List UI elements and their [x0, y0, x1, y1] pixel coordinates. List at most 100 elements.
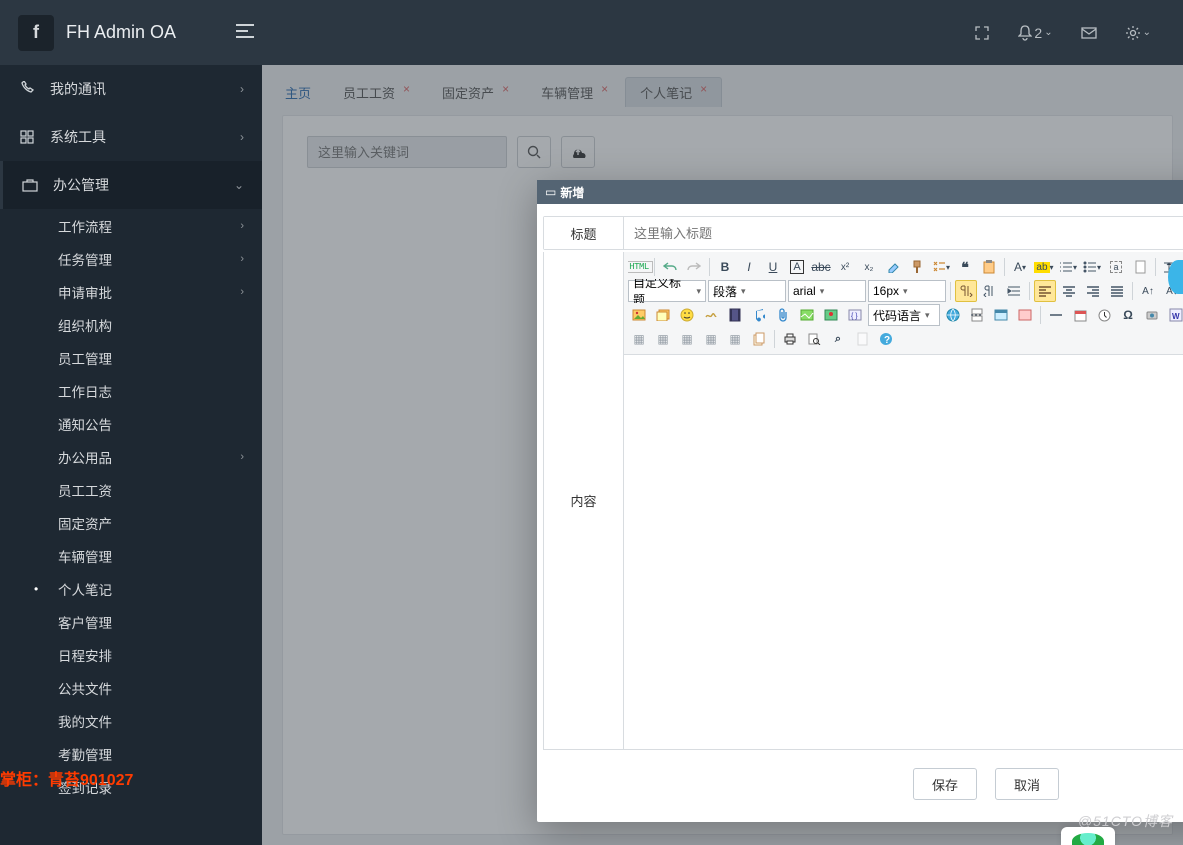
brand-title: FH Admin OA — [66, 22, 176, 43]
eraser-button[interactable] — [882, 256, 904, 278]
paragraph-select[interactable]: 段落▾ — [708, 280, 786, 302]
align-center-button[interactable] — [1058, 280, 1080, 302]
redo-button[interactable] — [683, 256, 705, 278]
undo-button[interactable] — [659, 256, 681, 278]
unorderedlist-button[interactable]: ▾ — [1081, 256, 1103, 278]
fontborder-button[interactable]: A — [786, 256, 808, 278]
snapscreen-button[interactable] — [1141, 304, 1163, 326]
codelang-select[interactable]: 代码语言▾ — [868, 304, 940, 326]
editor-body[interactable]: ▲ — [624, 355, 1183, 749]
background-button[interactable] — [1014, 304, 1036, 326]
sub-item-org[interactable]: 组织机构 — [0, 308, 262, 341]
sub-item-approval[interactable]: 申请审批› — [0, 275, 262, 308]
selectall-button[interactable]: a — [1105, 256, 1127, 278]
specialchar-button[interactable]: Ω — [1117, 304, 1139, 326]
hr-button[interactable] — [1045, 304, 1067, 326]
date-button[interactable] — [1069, 304, 1091, 326]
copy-button[interactable] — [748, 328, 770, 350]
sub-item-notes[interactable]: 个人笔记 — [0, 572, 262, 605]
cancel-button[interactable]: 取消 — [995, 768, 1059, 800]
wordimage-button[interactable]: W — [1165, 304, 1183, 326]
fontsize-select[interactable]: 16px▾ — [868, 280, 946, 302]
autoformat-button[interactable]: ▾ — [930, 256, 952, 278]
align-justify-button[interactable] — [1106, 280, 1128, 302]
settings-button[interactable]: ⌄ — [1125, 25, 1151, 41]
mergeright-button[interactable]: ▦ — [628, 328, 650, 350]
dir-rtl-button[interactable] — [979, 280, 1001, 302]
search-replace-button[interactable]: ⌕ — [827, 328, 849, 350]
sub-item-vehicle[interactable]: 车辆管理 — [0, 539, 262, 572]
sub-item-notice[interactable]: 通知公告 — [0, 407, 262, 440]
backcolor-button[interactable]: ab▾ — [1033, 256, 1055, 278]
align-right-button[interactable] — [1082, 280, 1104, 302]
font-select[interactable]: arial▾ — [788, 280, 866, 302]
insertcode-button[interactable]: { } — [844, 304, 866, 326]
map-button[interactable] — [796, 304, 818, 326]
webapp-button[interactable] — [942, 304, 964, 326]
blockquote-button[interactable]: ❝ — [954, 256, 976, 278]
emoji-button[interactable] — [676, 304, 698, 326]
briefcase-icon — [21, 176, 39, 194]
mail-button[interactable] — [1081, 27, 1097, 39]
template-button[interactable] — [990, 304, 1012, 326]
cleardoc-button[interactable] — [1129, 256, 1151, 278]
nav-item-tools[interactable]: 系统工具 › — [0, 113, 262, 161]
sub-item-task[interactable]: 任务管理› — [0, 242, 262, 275]
video-button[interactable] — [724, 304, 746, 326]
help-button[interactable]: ? — [875, 328, 897, 350]
source-html-button[interactable]: HTML — [628, 256, 650, 278]
print-button[interactable] — [779, 328, 801, 350]
sub-item-schedule[interactable]: 日程安排 — [0, 638, 262, 671]
dir-ltr-button[interactable] — [955, 280, 977, 302]
preview-button[interactable] — [803, 328, 825, 350]
strikethrough-button[interactable]: abc — [810, 256, 832, 278]
sub-item-workflow[interactable]: 工作流程› — [0, 209, 262, 242]
fontcolor-button[interactable]: A▾ — [1009, 256, 1031, 278]
multiimage-button[interactable] — [652, 304, 674, 326]
gmap-button[interactable] — [820, 304, 842, 326]
underline-button[interactable]: U — [762, 256, 784, 278]
drafts-button[interactable] — [851, 328, 873, 350]
sub-item-salary[interactable]: 员工工资 — [0, 473, 262, 506]
side-bubble[interactable] — [1168, 260, 1183, 294]
orderedlist-button[interactable]: ▾ — [1057, 256, 1079, 278]
indent-button[interactable] — [1003, 280, 1025, 302]
sub-item-myfiles[interactable]: 我的文件 — [0, 704, 262, 737]
sub-item-publicfiles[interactable]: 公共文件 — [0, 671, 262, 704]
sub-label: 考勤管理 — [58, 744, 112, 764]
heading-select[interactable]: 自定义标题▾ — [628, 280, 706, 302]
pasteplain-button[interactable] — [978, 256, 1000, 278]
charts-button[interactable]: ▦ — [724, 328, 746, 350]
superscript-button[interactable]: x² — [834, 256, 856, 278]
splitrows-button[interactable]: ▦ — [676, 328, 698, 350]
title-input[interactable] — [624, 217, 1183, 249]
scrawl-button[interactable] — [700, 304, 722, 326]
touppercase-button[interactable]: A↑ — [1137, 280, 1159, 302]
notifications-button[interactable]: 2 ⌄ — [1018, 25, 1052, 41]
nav-item-office[interactable]: 办公管理 ⌄ — [0, 161, 262, 209]
sub-item-staff[interactable]: 员工管理 — [0, 341, 262, 374]
bold-button[interactable]: B — [714, 256, 736, 278]
attachment-button[interactable] — [772, 304, 794, 326]
image-button[interactable] — [628, 304, 650, 326]
save-button[interactable]: 保存 — [913, 768, 977, 800]
fullscreen-button[interactable] — [974, 25, 990, 41]
splitcols-button[interactable]: ▦ — [700, 328, 722, 350]
music-button[interactable] — [748, 304, 770, 326]
formatbrush-button[interactable] — [906, 256, 928, 278]
modal-header[interactable]: ▭ 新增 × — [537, 180, 1183, 204]
pagebreak-button[interactable] — [966, 304, 988, 326]
sub-item-worklog[interactable]: 工作日志 — [0, 374, 262, 407]
time-button[interactable] — [1093, 304, 1115, 326]
assistant-float[interactable] — [1061, 827, 1115, 845]
sub-item-customer[interactable]: 客户管理 — [0, 605, 262, 638]
sub-item-assets[interactable]: 固定资产 — [0, 506, 262, 539]
svg-text:{ }: { } — [851, 313, 858, 320]
sub-item-supplies[interactable]: 办公用品› — [0, 440, 262, 473]
mergedown-button[interactable]: ▦ — [652, 328, 674, 350]
nav-item-contacts[interactable]: 我的通讯 › — [0, 65, 262, 113]
toggle-nav-button[interactable] — [228, 22, 262, 43]
align-left-button[interactable] — [1034, 280, 1056, 302]
italic-button[interactable]: I — [738, 256, 760, 278]
subscript-button[interactable]: x₂ — [858, 256, 880, 278]
